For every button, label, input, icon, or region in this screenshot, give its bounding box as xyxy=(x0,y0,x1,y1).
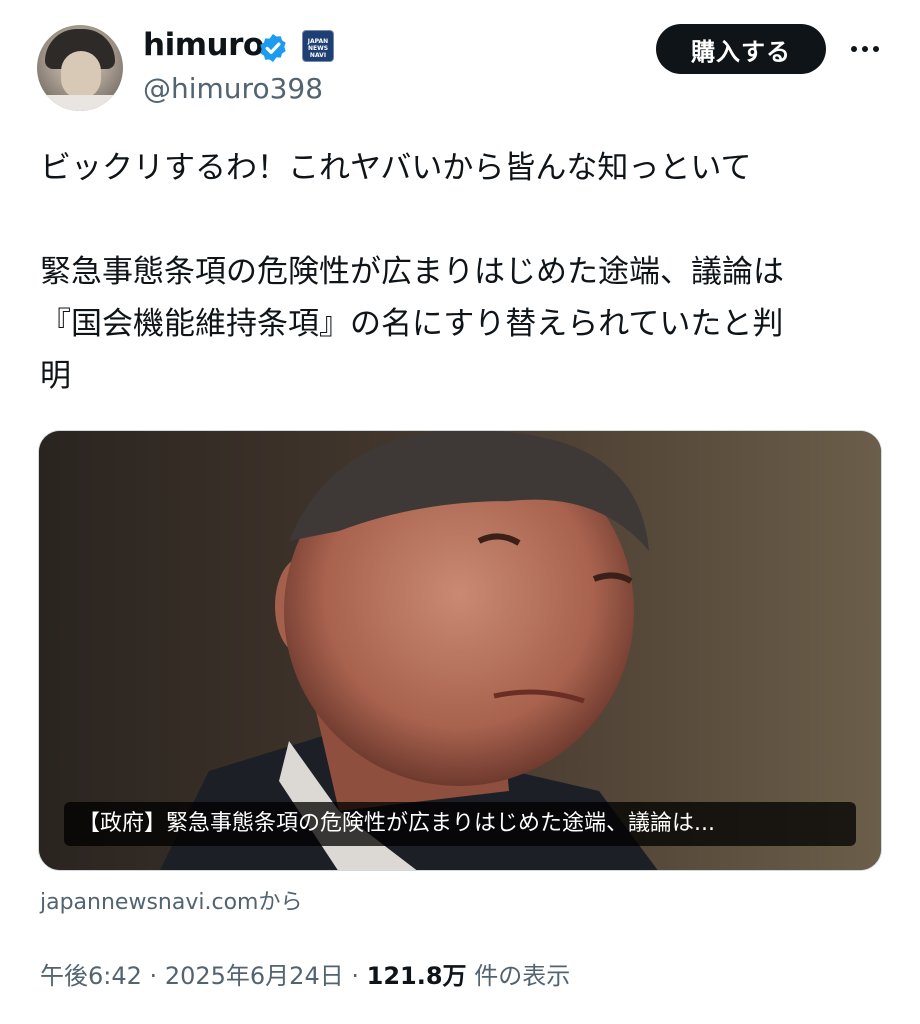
avatar-face xyxy=(61,51,101,99)
more-options-icon[interactable] xyxy=(846,30,884,68)
affiliate-badge-icon[interactable]: JAPAN NEWS NAVI xyxy=(302,30,334,62)
tweet-meta: 午後6:42 · 2025年6月24日 · 121.8万 件の表示 xyxy=(40,956,570,991)
tweet-date[interactable]: 2025年6月24日 xyxy=(165,962,344,990)
meta-separator: · xyxy=(351,962,359,990)
tweet-text-line-4: 明 xyxy=(40,358,71,394)
view-count: 121.8万 xyxy=(366,962,467,990)
view-label: 件の表示 xyxy=(474,962,571,990)
tweet-text-line-1: ビックリするわ！これヤバいから皆んな知っといて xyxy=(40,150,752,186)
affiliate-badge-text: JAPAN NEWS NAVI xyxy=(307,38,329,59)
tweet-time[interactable]: 午後6:42 xyxy=(40,962,142,990)
buy-button[interactable]: 購入する xyxy=(656,24,826,74)
display-name[interactable]: himuro xyxy=(143,27,264,63)
user-handle[interactable]: @himuro398 xyxy=(143,72,323,105)
link-source[interactable]: japannewsnavi.comから xyxy=(40,884,302,916)
avatar-shirt xyxy=(37,95,123,111)
meta-separator: · xyxy=(149,962,158,990)
avatar[interactable] xyxy=(37,25,123,111)
verified-badge-icon xyxy=(260,34,286,62)
link-card-title[interactable]: 【政府】緊急事態条項の危険性が広まりはじめた途端、議論は... xyxy=(64,802,856,846)
tweet-text-line-2: 緊急事態条項の危険性が広まりはじめた途端、議論は xyxy=(40,254,784,290)
tweet-text-line-3: 『国会機能維持条項』の名にすり替えられていたと判 xyxy=(40,306,784,342)
